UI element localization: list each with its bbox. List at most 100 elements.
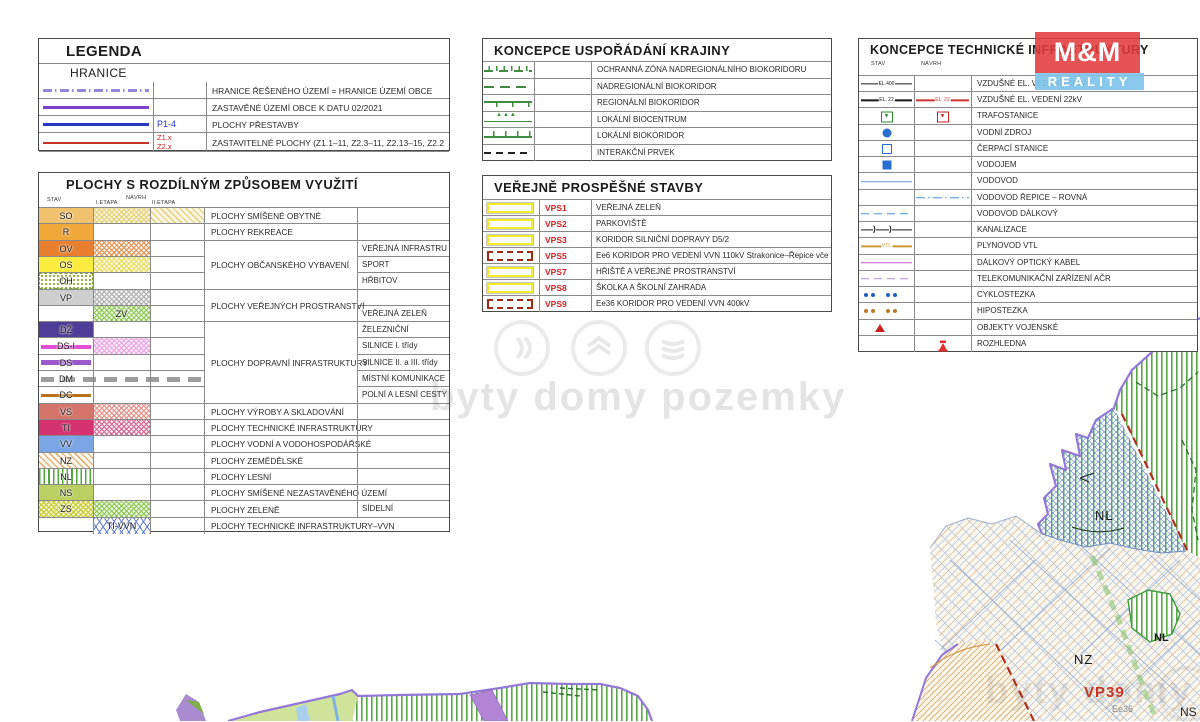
row-divider xyxy=(357,223,449,224)
zastavitelne-plochy-label: ZASTAVITELNÉ PLOCHY (Z1.1–11, Z2.3–11, Z… xyxy=(212,138,444,148)
cyklostezka-stav-dot xyxy=(864,293,868,297)
interakcni-prvek-icon xyxy=(484,145,532,162)
kanalizace-stav-cell: )) xyxy=(859,222,914,238)
ti-desc-label: PLOCHY TECHNICKÉ INFRASTRUKTURY xyxy=(204,423,373,433)
vodovod-dalkovy-stav-line xyxy=(861,213,912,215)
col-divider xyxy=(153,99,154,116)
zs-c2-swatch xyxy=(93,501,150,517)
vs-desc-cell: PLOCHY VÝROBY A SKLADOVÁNÍ xyxy=(204,404,357,420)
ns-desc-cell: PLOCHY SMÍŠENÉ NEZASTAVĚNÉHO ÚZEMÍ xyxy=(204,485,357,501)
vodovod-dalkovy-stav-cell xyxy=(859,206,914,222)
row-divider xyxy=(357,452,449,453)
ds-code: DS xyxy=(39,358,93,368)
vodojem-stav-cell xyxy=(859,157,914,173)
telekomunikacni-zarizeni-acr-navrh-cell xyxy=(914,271,971,287)
objekty-vojenske-stav-icon xyxy=(875,324,885,332)
r-code: R xyxy=(39,227,93,237)
nadregionalni-biokoridor-label: NADREGIONÁLNÍ BIOKORIDOR xyxy=(597,79,827,96)
so-desc-cell: PLOCHY SMÍŠENÉ OBYTNÉ xyxy=(204,208,357,224)
ochranna-zona-icon xyxy=(484,62,532,79)
cerpaci-stanice-label: ČERPACÍ STANICE xyxy=(977,141,1193,157)
nl-code: NL xyxy=(39,472,93,482)
cyklostezka-label: CYKLOSTEZKA xyxy=(977,287,1193,303)
ti-vvn-desc-label: PLOCHY TECHNICKÉ INFRASTRUKTURY–VVN xyxy=(204,521,395,531)
el-22-navrh-cell: EL. 22 xyxy=(914,92,971,108)
vs-c2-swatch xyxy=(93,404,150,420)
vps-title: VEŘEJNĚ PROSPĚŠNÉ STAVBY xyxy=(494,180,703,195)
watermark-text: byty domy pozemky xyxy=(430,375,846,420)
ti-c2-swatch xyxy=(93,420,150,436)
trafostanice-stav-icon: ▼ xyxy=(881,111,893,122)
hipostezka-stav-dot xyxy=(871,309,875,313)
col-divider xyxy=(357,208,358,518)
vodni-zdroj-navrh-cell xyxy=(914,125,971,141)
sym-part xyxy=(484,121,532,123)
vps8-label: ŠKOLKA A ŠKOLNÍ ZAHRADA xyxy=(596,280,828,296)
ti-vvn-desc-cell: PLOCHY TECHNICKÉ INFRASTRUKTURY–VVN xyxy=(204,518,449,534)
vodni-zdroj-label: VODNÍ ZDROJ xyxy=(977,125,1193,141)
vps1-swatch xyxy=(487,203,533,213)
objekty-vojenske-stav-cell xyxy=(859,320,914,336)
dc-code: DC xyxy=(39,390,93,400)
cyklostezka-navrh-cell xyxy=(914,287,971,303)
cerpaci-stanice-navrh-cell xyxy=(914,141,971,157)
row-divider xyxy=(39,370,204,371)
lokalni-biokoridor-icon xyxy=(484,128,532,145)
plynovod-vtl-stav-line-label: VTL xyxy=(881,243,892,249)
sym-part: ▲▲▲ xyxy=(496,112,517,118)
hranice-reseneho-uzemi-line-swatch xyxy=(43,89,149,92)
zs-sub-label: SÍDELNÍ xyxy=(362,501,447,517)
vodojem-navrh-cell xyxy=(914,157,971,173)
vodovod-stav-cell xyxy=(859,173,914,189)
oh-code: OH xyxy=(39,276,93,286)
telekomunikacni-zarizeni-acr-stav-cell xyxy=(859,271,914,287)
cyklostezka-stav-dot xyxy=(871,293,875,297)
nl-desc-cell: PLOCHY LESNÍ xyxy=(204,469,357,485)
vps2-swatch xyxy=(487,219,533,229)
vps3-swatch xyxy=(487,235,533,245)
kanalizace-label: KANALIZACE xyxy=(977,222,1193,238)
plochy-col-etapa1: I.ETAPA xyxy=(96,200,118,206)
mm-reality-logo-bottom: REALITY xyxy=(1035,73,1144,90)
vodni-zdroj-stav-icon xyxy=(882,128,891,137)
ochranna-zona-label: OCHRANNÁ ZÓNA NADREGIONÁLNÍHO BIOKORIDOR… xyxy=(597,62,827,79)
vv-desc-label: PLOCHY VODNÍ A VODOHOSPODÁŘSKÉ xyxy=(204,439,371,449)
col-divider xyxy=(206,116,207,133)
row-divider xyxy=(357,484,449,485)
vs-code: VS xyxy=(39,407,93,417)
lokalni-biokoridor-label: LOKÁLNÍ BIOKORIDOR xyxy=(597,128,827,145)
os-sub-label: SPORT xyxy=(362,257,447,273)
col-divider xyxy=(153,116,154,133)
vodojem-label: VODOJEM xyxy=(977,157,1193,173)
vp-desc-cell: PLOCHY VEŘEJNÝCH PROSTRANSTVÍ xyxy=(204,290,357,323)
vp-code: VP xyxy=(39,293,93,303)
vp-c2-swatch xyxy=(93,290,150,306)
nz-desc-cell: PLOCHY ZEMĚDĚLSKÉ xyxy=(204,453,357,469)
os-c2-swatch xyxy=(93,257,150,273)
so-c3-swatch xyxy=(150,208,204,224)
cerpaci-stanice-stav-icon xyxy=(882,144,892,154)
plochy-prestavby-line-swatch xyxy=(43,123,149,126)
vv-code: VV xyxy=(39,439,93,449)
tech-col-navrh: NÁVRH xyxy=(921,61,941,67)
zs-code: ZS xyxy=(39,504,93,514)
kanalizace-navrh-cell xyxy=(914,222,971,238)
vodovod-label: VODOVOD xyxy=(977,173,1193,189)
el-22-label: VZDUŠNÉ EL. VEDENÍ 22kV xyxy=(977,92,1193,108)
ds-i-code: DS-I xyxy=(39,341,93,351)
zv-sub-label: VEŘEJNÁ ZELEŇ xyxy=(362,306,447,322)
hipostezka-label: HIPOSTEZKA xyxy=(977,303,1193,319)
vodovod-repice-rovna-navrh-cell xyxy=(914,190,971,206)
nz-desc-label: PLOCHY ZEMĚDĚLSKÉ xyxy=(204,456,303,466)
row-divider xyxy=(39,151,449,152)
el-400-stav-line-label: EL.400 xyxy=(878,81,896,87)
hranice-reseneho-uzemi-label: HRANICE ŘEŠENÉHO ÚZEMÍ = HRANICE ÚZEMÍ O… xyxy=(212,86,444,96)
col-divider xyxy=(206,99,207,116)
hranice-section-title: HRANICE xyxy=(70,66,127,80)
d--desc-label: PLOCHY DOPRAVNÍ INFRASTRUKTURY xyxy=(204,358,368,368)
sym-part xyxy=(488,102,530,107)
legend-row-zastavitelne-plochy: Z1.xZ2.xZASTAVITELNÉ PLOCHY (Z1.1–11, Z2… xyxy=(39,133,449,152)
watermark-circle-roof xyxy=(571,320,627,376)
vodojem-stav-icon xyxy=(882,161,891,170)
sym-part xyxy=(486,66,530,71)
